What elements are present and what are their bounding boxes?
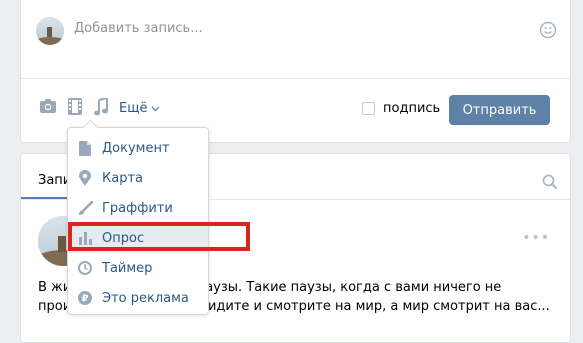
post-input[interactable]: Добавить запись... [74, 21, 203, 36]
smile-icon[interactable] [539, 21, 557, 43]
camera-icon[interactable] [39, 98, 57, 118]
signature-label[interactable]: подпись [383, 101, 440, 116]
more-attachments-button[interactable]: Ещё [119, 101, 160, 116]
menu-item-timer[interactable]: Таймер [68, 253, 208, 283]
clock-icon [68, 261, 102, 275]
avatar[interactable] [36, 17, 64, 45]
menu-item-document[interactable]: Документ [68, 133, 208, 163]
menu-item-label: Это реклама [102, 290, 189, 306]
signature-checkbox[interactable] [362, 102, 375, 115]
ruble-icon: ₽ [68, 291, 102, 305]
menu-item-label: Таймер [102, 260, 153, 276]
menu-item-label: Документ [102, 140, 170, 156]
video-icon[interactable] [68, 98, 82, 119]
menu-item-graffiti[interactable]: Граффити [68, 193, 208, 223]
menu-item-label: Граффити [102, 200, 173, 216]
chevron-down-icon [151, 101, 160, 116]
attachments-menu: Документ Карта Граффити Опрос Таймер ₽ Э… [67, 119, 209, 315]
more-options-icon[interactable]: ••• [522, 230, 550, 246]
highlight-box [68, 222, 250, 251]
more-label: Ещё [119, 101, 148, 116]
menu-item-label: Карта [102, 170, 143, 186]
menu-item-advertisement[interactable]: ₽ Это реклама [68, 283, 208, 313]
menu-item-map[interactable]: Карта [68, 163, 208, 193]
map-pin-icon [68, 170, 102, 186]
post-composer: Добавить запись... Ещё подпись Отправить [20, 0, 571, 143]
search-icon[interactable] [542, 174, 558, 194]
document-icon [68, 140, 102, 156]
send-button[interactable]: Отправить [449, 95, 550, 125]
brush-icon [68, 200, 102, 216]
divider [21, 78, 570, 79]
svg-text:₽: ₽ [82, 294, 89, 305]
music-icon[interactable] [94, 96, 108, 120]
